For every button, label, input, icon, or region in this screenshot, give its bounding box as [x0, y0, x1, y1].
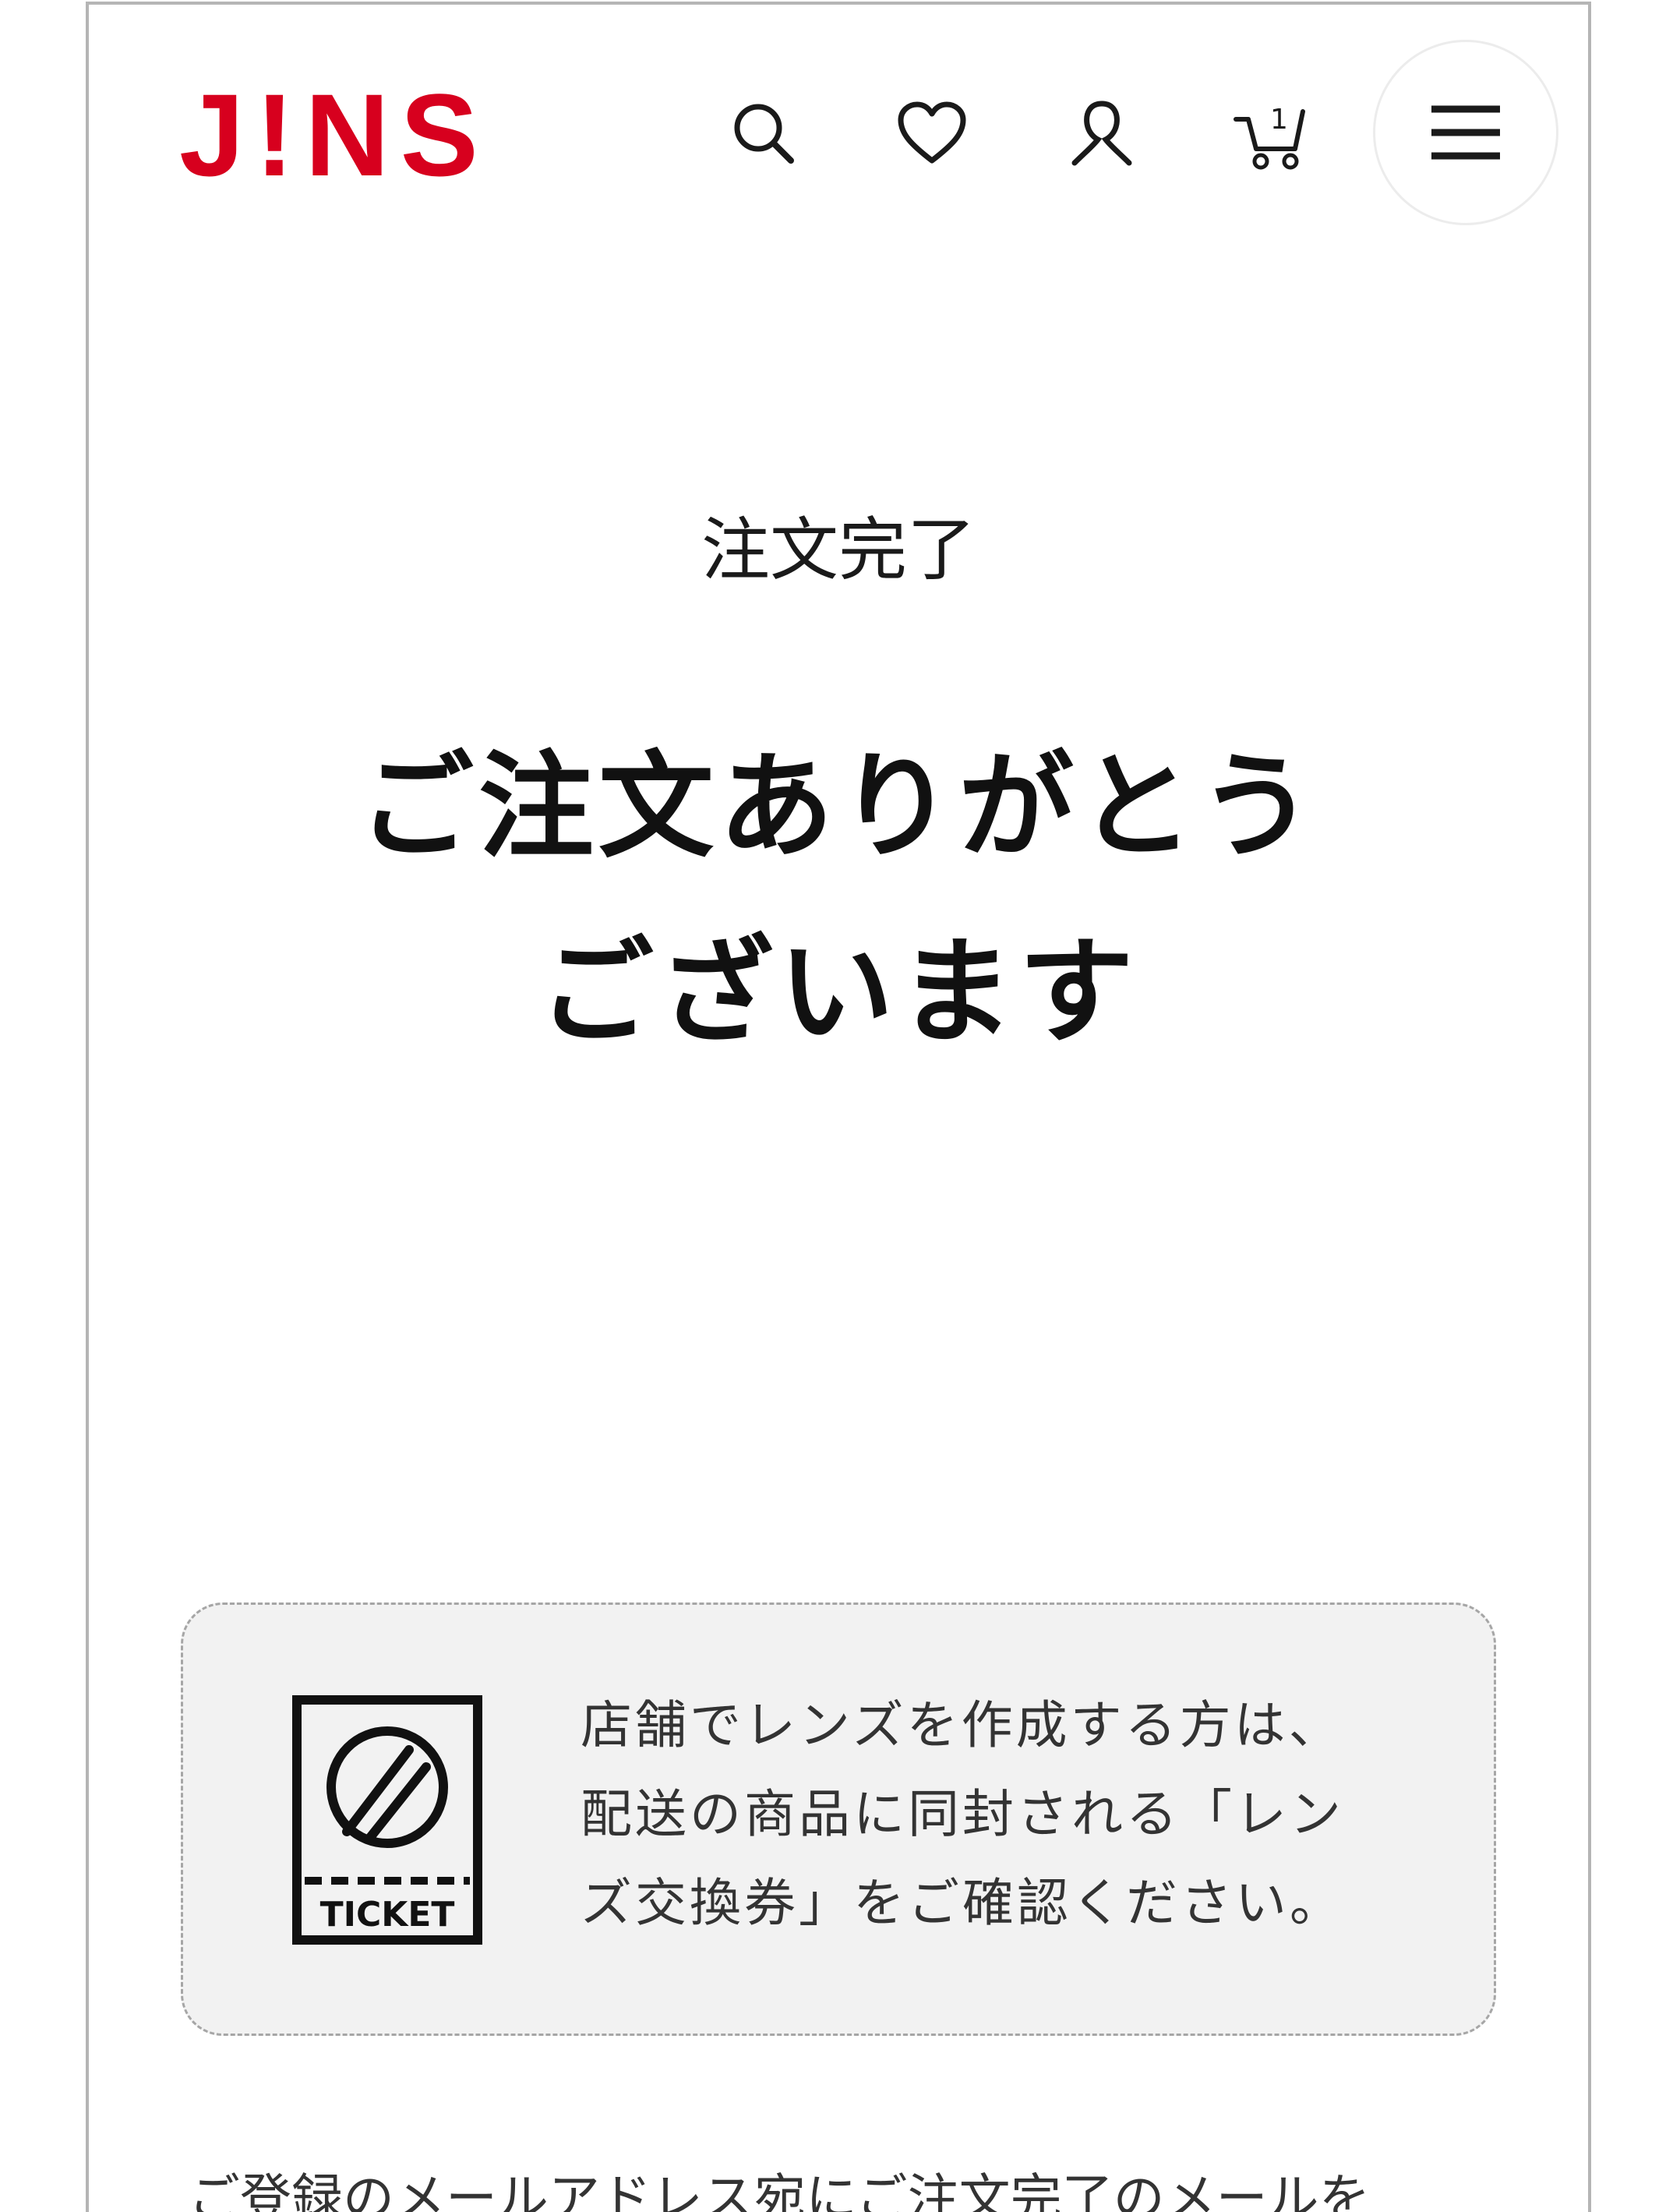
- phone-frame: J!NS 1 注文完了 ご注文ありがとう ございます TICKET 店舗でレンズ…: [86, 2, 1591, 2212]
- search-icon: [734, 104, 794, 164]
- search-button[interactable]: [717, 87, 810, 180]
- cart-count: 1: [1270, 104, 1288, 136]
- menu-icon: [1431, 105, 1500, 160]
- jins-logo[interactable]: J!NS: [179, 76, 489, 193]
- notice-line-2: 配送の商品に同封される「レン: [581, 1784, 1344, 1844]
- favorites-button[interactable]: [885, 87, 979, 180]
- confirmation-email-text: ご登録のメールアドレス宛にご注文完了のメールを: [189, 2168, 1371, 2212]
- ticket-label: TICKET: [320, 1895, 455, 1935]
- cart-icon: 1: [1234, 104, 1305, 170]
- title-line-2: ございます: [538, 925, 1138, 1059]
- title-line-1: ご注文ありがとう: [358, 740, 1318, 874]
- page-subtitle: 注文完了: [701, 510, 976, 590]
- heart-icon: [898, 101, 966, 164]
- notice-line-3: ズ交換券」をご確認ください。: [581, 1873, 1344, 1933]
- ticket-icon: TICKET: [292, 1695, 482, 1945]
- user-icon: [1071, 101, 1132, 166]
- lens-ticket-notice: TICKET 店舗でレンズを作成する方は、 配送の商品に同封される「レン ズ交換…: [181, 1602, 1496, 2036]
- menu-button[interactable]: [1373, 40, 1558, 225]
- cart-button[interactable]: 1: [1225, 87, 1318, 180]
- account-button[interactable]: [1055, 87, 1149, 180]
- notice-line-1: 店舗でレンズを作成する方は、: [581, 1695, 1343, 1755]
- site-header: J!NS 1: [89, 5, 1588, 239]
- page-title: ご注文ありがとう ございます: [89, 714, 1588, 1085]
- notice-message: 店舗でレンズを作成する方は、 配送の商品に同封される「レン ズ交換券」をご確認く…: [581, 1681, 1461, 1948]
